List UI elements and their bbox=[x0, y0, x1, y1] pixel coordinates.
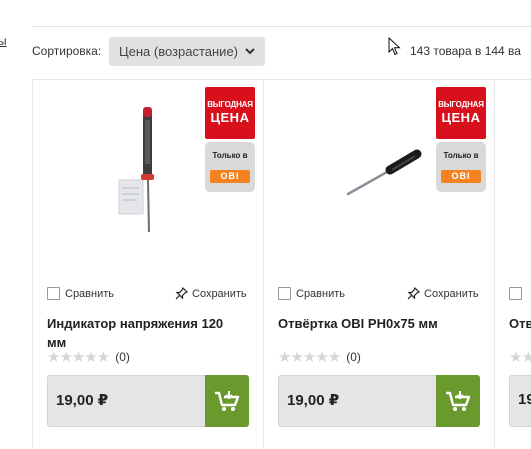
top-divider bbox=[32, 26, 531, 27]
compare-checkbox[interactable]: Сравнить bbox=[47, 287, 114, 300]
product-card: Отв ★★ 19 bbox=[495, 80, 531, 449]
product-title-line: Отвёртка OBI PH0x75 мм bbox=[278, 316, 438, 331]
best-price-badge: ВЫГОДНАЯ ЦЕНА bbox=[436, 87, 486, 139]
sort-dropdown[interactable]: Цена (возрастание) bbox=[109, 37, 265, 66]
sort-dropdown-value: Цена (возрастание) bbox=[119, 44, 238, 59]
checkbox-box[interactable] bbox=[47, 287, 60, 300]
badge-text: ЦЕНА bbox=[210, 110, 250, 125]
sort-label: Сортировка: bbox=[32, 44, 102, 58]
checkbox-box[interactable] bbox=[278, 287, 291, 300]
compare-label: Сравнить bbox=[65, 287, 115, 300]
star-icons: ★★★★★ bbox=[47, 349, 110, 366]
rating: ★★★★★ (0) bbox=[47, 348, 130, 366]
add-to-cart-button[interactable] bbox=[205, 375, 249, 427]
cart-plus-icon bbox=[446, 391, 471, 411]
price: 19,00 ₽ bbox=[56, 392, 109, 409]
best-price-badge: ВЫГОДНАЯ ЦЕНА bbox=[205, 87, 255, 139]
badge-text: Только в bbox=[443, 151, 479, 160]
pin-icon bbox=[407, 287, 420, 300]
price-box: 19,00 ₽ bbox=[278, 375, 480, 427]
rating-count: (0) bbox=[115, 350, 130, 364]
obi-exclusive-badge: Только в OBI bbox=[436, 142, 486, 192]
compare-checkbox[interactable] bbox=[509, 287, 527, 300]
product-card: ВЫГОДНАЯ ЦЕНА Только в OBI Сравнить Сохр… bbox=[33, 80, 263, 449]
rating-count: (0) bbox=[346, 350, 361, 364]
rating: ★★★★★ (0) bbox=[278, 348, 361, 366]
badge-text: ЦЕНА bbox=[441, 110, 481, 125]
obi-logo: OBI bbox=[441, 170, 481, 183]
save-button[interactable]: Сохранить bbox=[175, 287, 247, 300]
cart-plus-icon bbox=[215, 391, 240, 411]
chevron-down-icon bbox=[245, 48, 255, 55]
product-title[interactable]: Отвёртка OBI PH0x75 мм bbox=[278, 314, 488, 333]
pin-icon bbox=[175, 287, 188, 300]
badge-text: Только в bbox=[212, 151, 248, 160]
product-title[interactable]: Отв bbox=[509, 314, 531, 333]
badge-text: ВЫГОДНАЯ bbox=[438, 100, 484, 109]
price: 19,00 ₽ bbox=[287, 392, 340, 409]
add-to-cart-button[interactable] bbox=[436, 375, 480, 427]
product-image[interactable]: ВЫГОДНАЯ ЦЕНА Только в OBI bbox=[33, 80, 263, 270]
product-card: ВЫГОДНАЯ ЦЕНА Только в OBI Сравнить Сохр… bbox=[264, 80, 494, 449]
save-button[interactable]: Сохранить bbox=[407, 287, 479, 300]
product-image[interactable]: ВЫГОДНАЯ ЦЕНА Только в OBI bbox=[264, 80, 494, 270]
star-icons: ★★★★★ bbox=[278, 349, 341, 366]
rating: ★★ bbox=[509, 348, 531, 366]
product-count: 143 товара в 144 ва bbox=[410, 44, 521, 58]
save-label: Сохранить bbox=[424, 287, 479, 300]
product-title-line: Индикатор напряжения 120 bbox=[47, 316, 224, 331]
badge-text: ВЫГОДНАЯ bbox=[207, 100, 253, 109]
checkbox-box[interactable] bbox=[509, 287, 522, 300]
price: 19 bbox=[518, 391, 531, 408]
price-box: 19,00 ₽ bbox=[47, 375, 249, 427]
product-title[interactable]: Индикатор напряжения 120 мм bbox=[47, 314, 257, 352]
save-label: Сохранить bbox=[192, 287, 247, 300]
price-box: 19 bbox=[509, 375, 531, 427]
compare-label: Сравнить bbox=[296, 287, 346, 300]
left-cut-link[interactable]: ы bbox=[0, 34, 7, 48]
star-icons: ★★ bbox=[509, 349, 531, 366]
product-title-line: Отв bbox=[509, 316, 531, 331]
mouse-pointer-icon bbox=[388, 37, 401, 56]
obi-exclusive-badge: Только в OBI bbox=[205, 142, 255, 192]
obi-logo: OBI bbox=[210, 170, 250, 183]
compare-checkbox[interactable]: Сравнить bbox=[278, 287, 345, 300]
